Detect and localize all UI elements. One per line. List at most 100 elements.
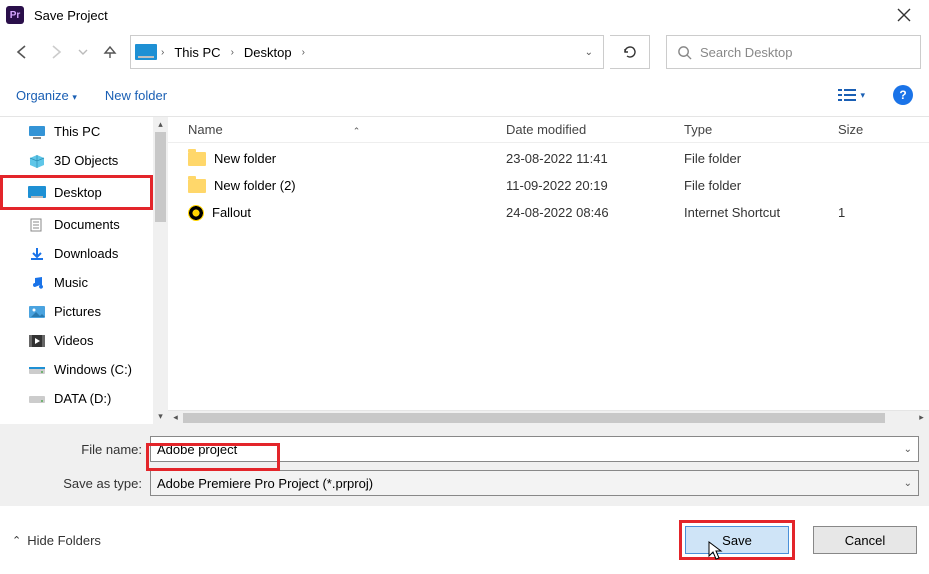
dropdown-caret-icon[interactable]: ⌄ (904, 444, 912, 455)
sidebar-item-drive-c[interactable]: Windows (C:) (0, 355, 153, 384)
breadcrumb-desktop[interactable]: Desktop (238, 43, 298, 62)
sidebar-item-pictures[interactable]: Pictures (0, 297, 153, 326)
cancel-button[interactable]: Cancel (813, 526, 917, 554)
scrollbar-thumb[interactable] (155, 132, 166, 222)
save-as-type-select[interactable]: Adobe Premiere Pro Project (*.prproj) ⌄ (150, 470, 919, 496)
scroll-left-icon[interactable]: ◂ (168, 412, 183, 423)
scroll-right-icon[interactable]: ▸ (914, 412, 929, 423)
window-title: Save Project (34, 8, 108, 23)
sidebar-item-label: This PC (54, 124, 100, 139)
address-bar[interactable]: › This PC › Desktop › ⌄ (130, 35, 604, 69)
file-date: 11-09-2022 20:19 (506, 178, 684, 193)
search-placeholder: Search Desktop (700, 45, 793, 60)
file-row[interactable]: New folder (2) 11-09-2022 20:19 File fol… (168, 172, 929, 199)
file-name-label: File name: (10, 442, 150, 457)
save-as-type-label: Save as type: (10, 476, 150, 491)
sidebar-item-label: DATA (D:) (54, 391, 111, 406)
hide-folders-label: Hide Folders (27, 533, 101, 548)
column-headers: Name⌃ Date modified Type Size (168, 117, 929, 143)
organize-menu[interactable]: Organize ▾ (16, 88, 77, 103)
sidebar-item-music[interactable]: Music (0, 268, 153, 297)
cube-icon (28, 154, 46, 168)
col-header-name[interactable]: Name⌃ (188, 122, 506, 137)
breadcrumb-this-pc[interactable]: This PC (168, 43, 226, 62)
sidebar-item-label: Downloads (54, 246, 118, 261)
sidebar-item-this-pc[interactable]: This PC (0, 117, 153, 146)
dropdown-caret-icon[interactable]: ⌄ (904, 478, 912, 489)
view-list-icon (838, 88, 856, 102)
chevron-right-icon[interactable]: › (231, 47, 234, 58)
chevron-up-icon: ⌃ (12, 534, 21, 547)
file-name: Fallout (212, 205, 251, 220)
sidebar-item-desktop[interactable]: Desktop (0, 175, 153, 210)
folder-icon (188, 152, 206, 166)
sidebar-item-label: 3D Objects (54, 153, 118, 168)
address-history-caret-icon[interactable]: ⌄ (579, 47, 599, 58)
chevron-right-icon[interactable]: › (302, 47, 305, 58)
sidebar-item-label: Desktop (54, 185, 102, 200)
search-icon (677, 45, 692, 60)
hide-folders-toggle[interactable]: ⌃ Hide Folders (12, 533, 101, 548)
pictures-icon (28, 305, 46, 319)
search-input[interactable]: Search Desktop (666, 35, 921, 69)
scroll-up-icon[interactable]: ▴ (153, 117, 168, 132)
save-as-type-value: Adobe Premiere Pro Project (*.prproj) (157, 476, 373, 491)
app-icon: Pr (6, 6, 24, 24)
location-desktop-icon (135, 44, 157, 60)
col-header-size[interactable]: Size (838, 122, 929, 137)
file-type: File folder (684, 151, 838, 166)
close-icon[interactable] (887, 4, 921, 26)
scrollbar-thumb[interactable] (183, 413, 885, 423)
save-button[interactable]: Save (685, 526, 789, 554)
horizontal-scrollbar[interactable]: ◂ ▸ (168, 410, 929, 424)
sidebar-item-documents[interactable]: Documents (0, 210, 153, 239)
scroll-down-icon[interactable]: ▾ (153, 409, 168, 424)
sidebar-item-label: Documents (54, 217, 120, 232)
drive-icon (28, 363, 46, 377)
sidebar-item-label: Music (54, 275, 88, 290)
nav-recent-caret-icon[interactable] (76, 38, 90, 66)
help-button[interactable]: ? (893, 85, 913, 105)
videos-icon (28, 334, 46, 348)
file-size: 1 (838, 205, 929, 220)
nav-forward-icon (42, 38, 70, 66)
view-options-button[interactable]: ▾ (838, 88, 865, 102)
file-row[interactable]: New folder 23-08-2022 11:41 File folder (168, 145, 929, 172)
shortcut-icon (188, 205, 204, 221)
sidebar-item-drive-d[interactable]: DATA (D:) (0, 384, 153, 413)
sidebar-item-3d-objects[interactable]: 3D Objects (0, 146, 153, 175)
file-date: 24-08-2022 08:46 (506, 205, 684, 220)
folder-icon (188, 179, 206, 193)
nav-back-icon[interactable] (8, 38, 36, 66)
file-type: File folder (684, 178, 838, 193)
pc-icon (28, 125, 46, 139)
refresh-button[interactable] (610, 35, 650, 69)
documents-icon (28, 218, 46, 232)
cancel-button-label: Cancel (845, 533, 885, 548)
sidebar-item-label: Windows (C:) (54, 362, 132, 377)
desktop-icon (28, 186, 46, 200)
new-folder-button[interactable]: New folder (105, 88, 167, 103)
sidebar-item-videos[interactable]: Videos (0, 326, 153, 355)
sidebar-item-downloads[interactable]: Downloads (0, 239, 153, 268)
file-name-value: Adobe project (157, 442, 237, 457)
nav-up-icon[interactable] (96, 38, 124, 66)
file-type: Internet Shortcut (684, 205, 838, 220)
file-name-input[interactable]: Adobe project ⌄ (150, 436, 919, 462)
sidebar-scrollbar[interactable]: ▴ ▾ (153, 117, 168, 424)
music-icon (28, 276, 46, 290)
file-name: New folder (2) (214, 178, 296, 193)
col-header-type[interactable]: Type (684, 122, 838, 137)
nav-tree: This PC 3D Objects Desktop Documents Dow… (0, 117, 168, 424)
file-row[interactable]: Fallout 24-08-2022 08:46 Internet Shortc… (168, 199, 929, 226)
chevron-right-icon[interactable]: › (161, 47, 164, 58)
file-date: 23-08-2022 11:41 (506, 151, 684, 166)
col-header-date[interactable]: Date modified (506, 122, 684, 137)
save-button-label: Save (722, 533, 752, 548)
sort-caret-icon: ⌃ (353, 126, 361, 136)
file-list: New folder 23-08-2022 11:41 File folder … (168, 143, 929, 226)
drive-icon (28, 392, 46, 406)
sidebar-item-label: Videos (54, 333, 94, 348)
file-name: New folder (214, 151, 276, 166)
sidebar-item-label: Pictures (54, 304, 101, 319)
